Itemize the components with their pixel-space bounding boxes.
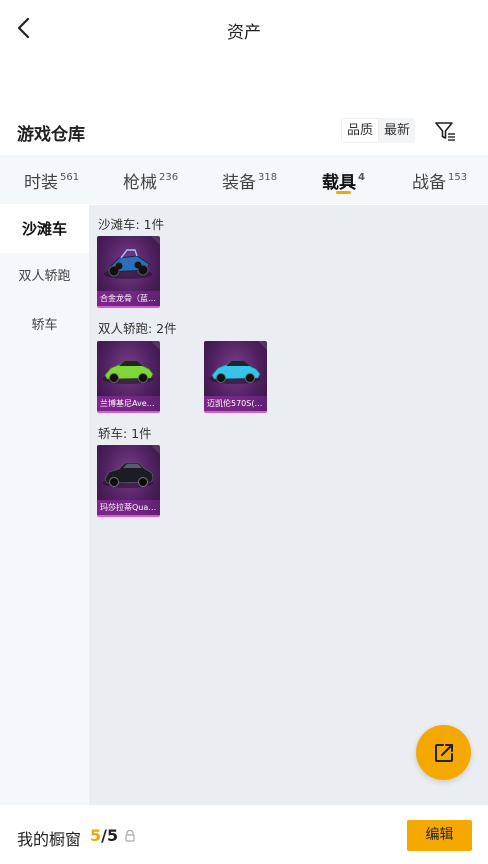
filter-button[interactable]: [432, 118, 458, 144]
vehicle-list: 沙滩车: 1件 合金龙骨（蓝… 双人轿跑: 2件 兰博基尼Ave… 迈凯伦570…: [89, 205, 488, 805]
showcase-bar: 我的橱窗 5/5 编辑: [0, 806, 488, 864]
sports-car-icon: [210, 361, 261, 384]
item-card[interactable]: 玛莎拉蒂Qua…: [97, 445, 160, 517]
side-item-beach-buggy[interactable]: 沙滩车: [0, 205, 89, 253]
showcase-current: 5: [90, 826, 102, 845]
side-item-sedan[interactable]: 轿车: [0, 302, 89, 350]
item-name: 迈凯伦570S(…: [204, 396, 267, 411]
tab-count: 236: [159, 172, 179, 183]
sort-by-quality[interactable]: 品质: [341, 118, 380, 143]
item-card[interactable]: 迈凯伦570S(…: [204, 341, 267, 413]
page-title: 资产: [227, 23, 261, 43]
edit-button[interactable]: 编辑: [407, 820, 472, 851]
buggy-icon: [104, 249, 152, 279]
sort-by-newest[interactable]: 最新: [379, 118, 416, 143]
category-tabs: 时装 561 枪械 236 装备 318 载具 4 战备 153: [0, 155, 488, 204]
showcase-label: 我的橱窗: [17, 830, 82, 849]
sedan-icon: [103, 462, 154, 488]
group-label-sedan: 轿车: 1件: [98, 426, 152, 441]
external-link-icon: [434, 743, 453, 762]
tab-count: 318: [258, 172, 278, 183]
tab-label: 时装: [24, 173, 58, 193]
sports-car-icon: [103, 361, 154, 384]
item-name: 合金龙骨（蓝…: [97, 291, 160, 306]
tab-vehicles[interactable]: 载具 4: [322, 168, 365, 193]
showcase-total: 5: [106, 826, 119, 845]
sort-toggle: 品质 最新: [341, 118, 416, 143]
tab-label: 载具: [322, 173, 356, 193]
item-card[interactable]: 合金龙骨（蓝…: [97, 236, 160, 308]
tab-label: 战备: [412, 173, 446, 193]
tab-label: 枪械: [123, 173, 157, 193]
share-fab[interactable]: [416, 725, 471, 780]
tab-supplies[interactable]: 战备 153: [412, 168, 467, 193]
top-bar: 资产: [0, 0, 488, 58]
assets-page: 资产 游戏仓库 品质 最新 时装 561 枪械 236 装备 318 载具 4 战备 15…: [0, 0, 488, 864]
group-label-beach-buggy: 沙滩车: 1件: [98, 217, 165, 232]
warehouse-header: 游戏仓库 品质 最新: [0, 112, 488, 152]
item-name: 玛莎拉蒂Qua…: [97, 500, 160, 515]
tab-firearms[interactable]: 枪械 236: [123, 168, 178, 193]
tab-equipment[interactable]: 装备 318: [222, 168, 277, 193]
vehicle-type-nav: 沙滩车 双人轿跑 轿车: [0, 205, 89, 805]
side-item-coupe[interactable]: 双人轿跑: [0, 253, 89, 301]
tab-count: 4: [358, 172, 365, 183]
tab-label: 装备: [222, 173, 256, 193]
filter-icon: [435, 122, 455, 141]
showcase-count: 5/5: [90, 826, 118, 845]
tab-fashion[interactable]: 时装 561: [24, 168, 79, 193]
group-label-coupe: 双人轿跑: 2件: [98, 321, 177, 336]
active-tab-indicator: [336, 191, 351, 194]
tab-count: 561: [60, 172, 80, 183]
warehouse-title: 游戏仓库: [17, 125, 85, 145]
item-card[interactable]: 兰博基尼Ave…: [97, 341, 160, 413]
lock-icon: [125, 829, 135, 842]
item-name: 兰博基尼Ave…: [97, 396, 160, 411]
tab-count: 153: [448, 172, 468, 183]
